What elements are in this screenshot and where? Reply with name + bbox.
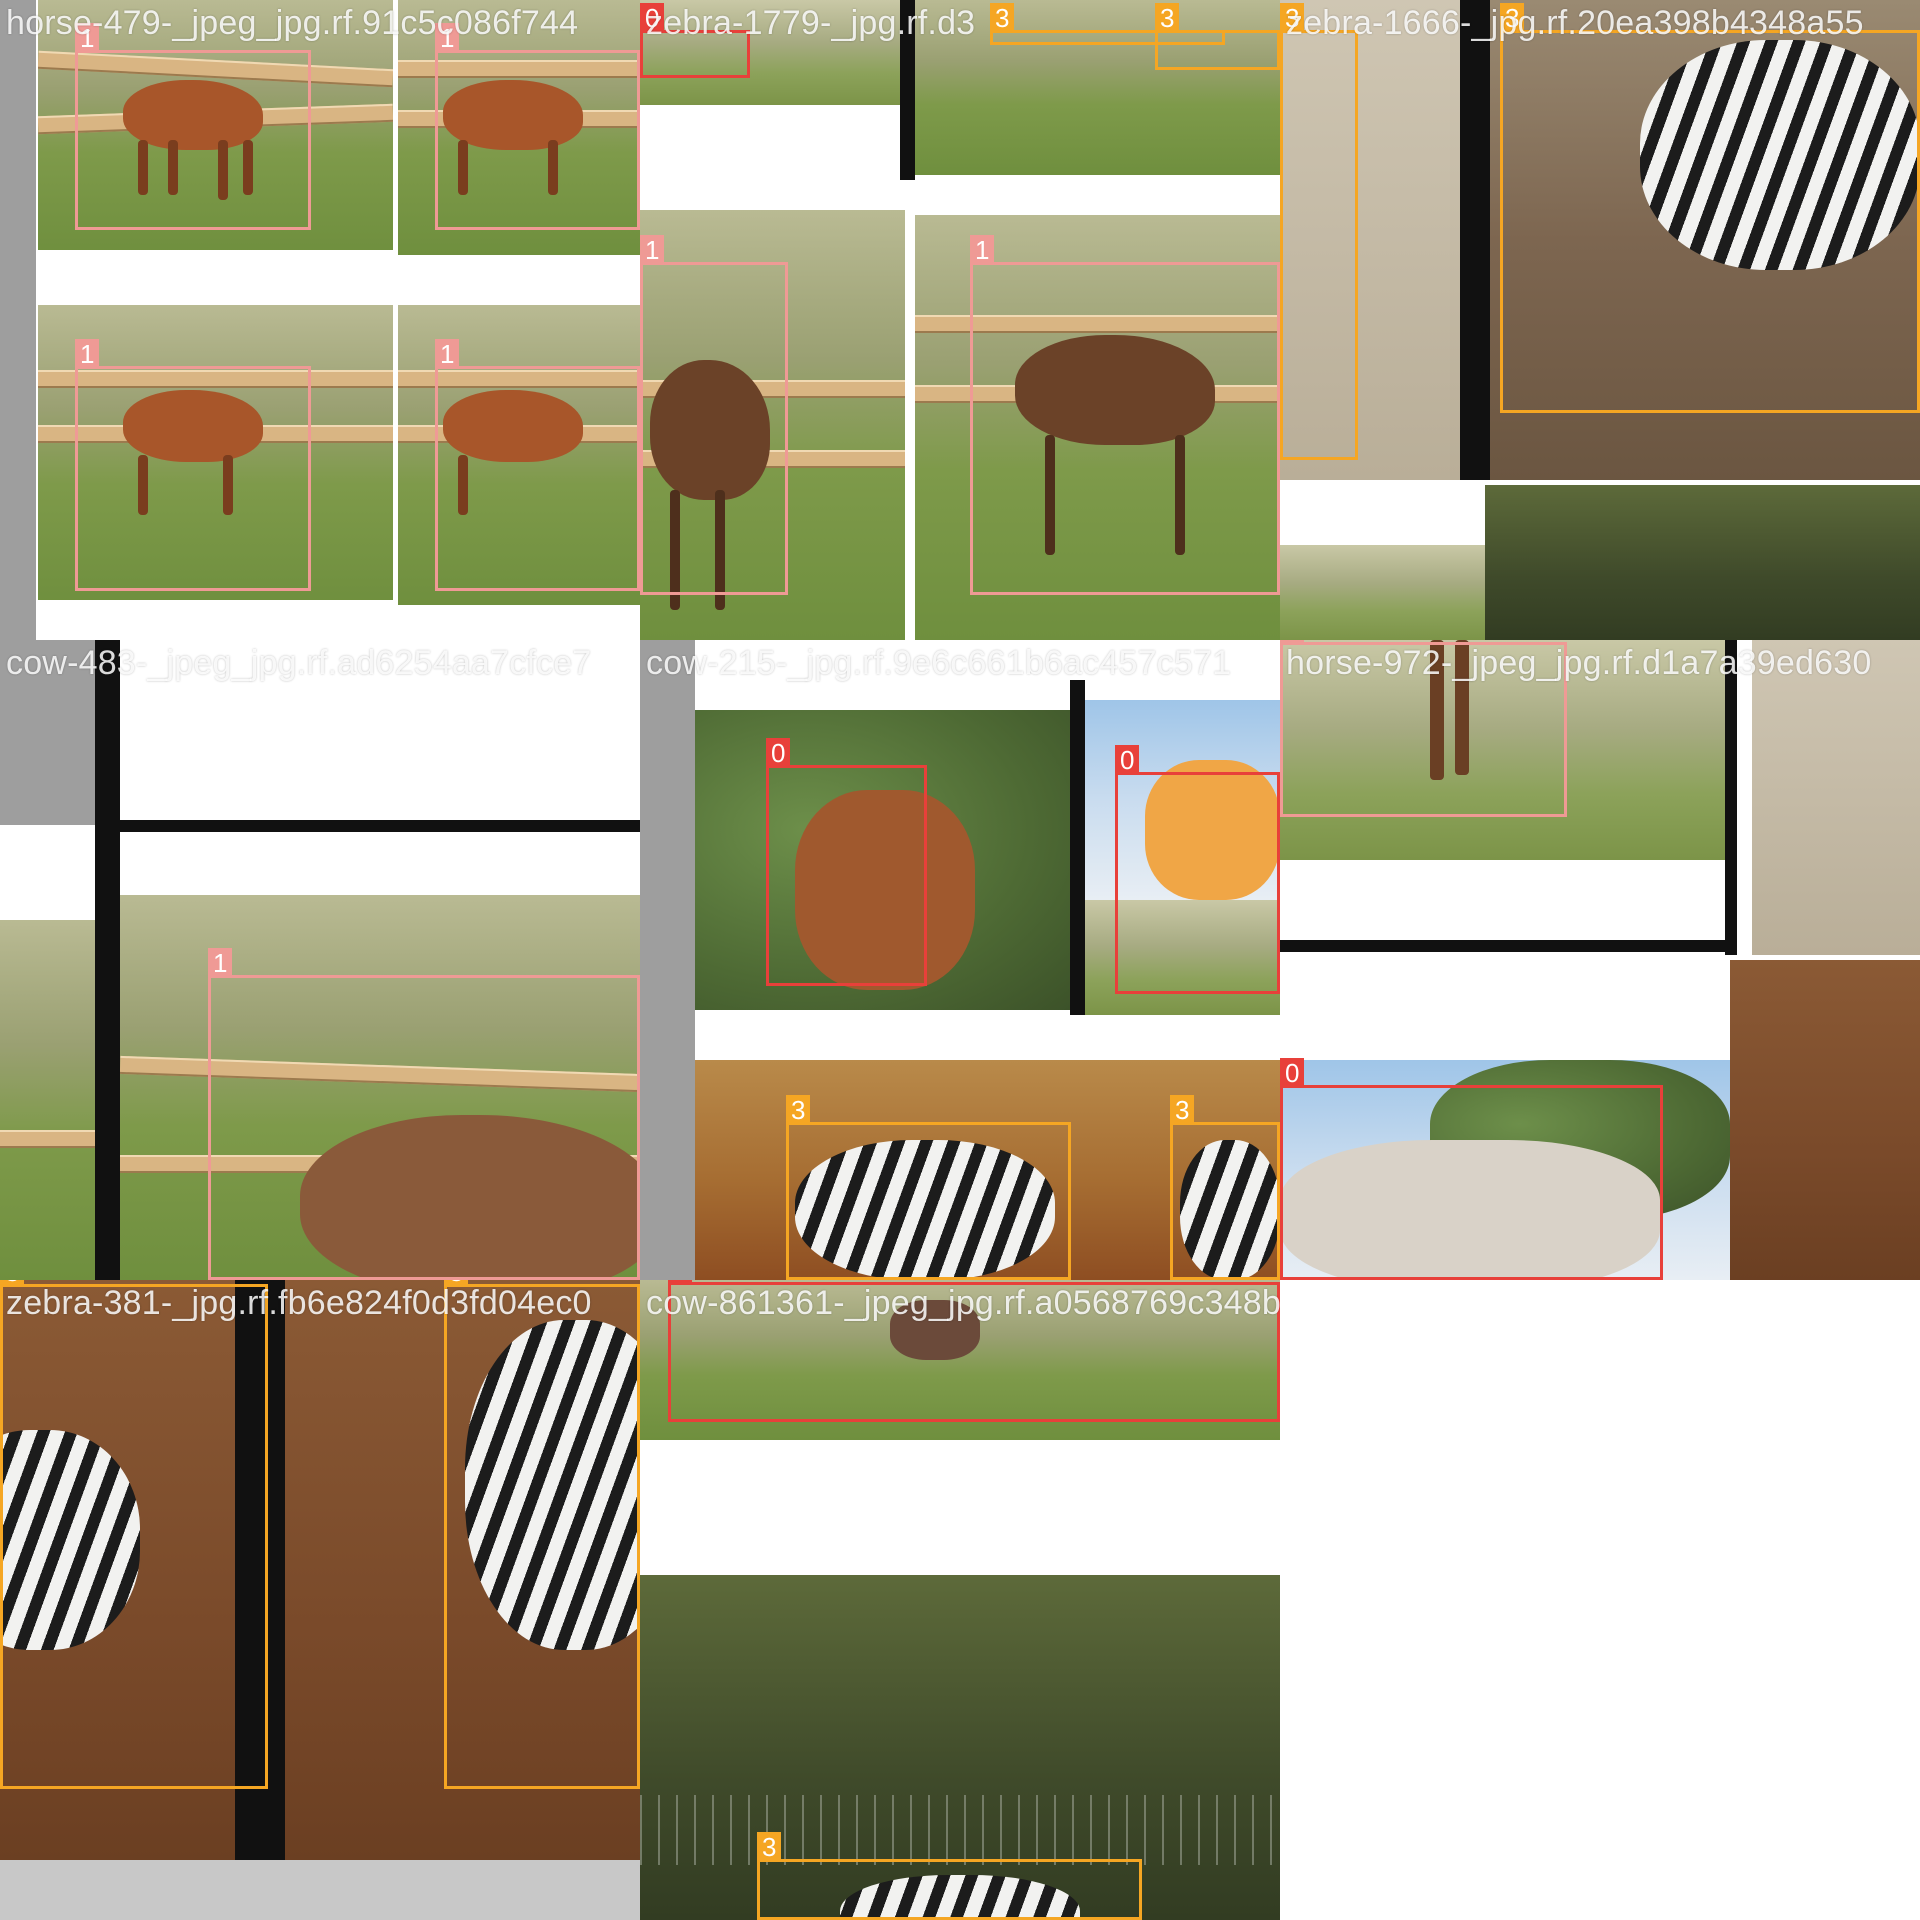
image-filename: cow-483-_jpeg_jpg.rf.ad6254aa7cfce7 <box>6 644 592 682</box>
horse-bbox: 1 <box>435 339 640 591</box>
class-label: 0 <box>766 738 791 768</box>
zebra-bbox: 3 <box>1500 3 1920 413</box>
horse-bbox: 1 <box>435 23 640 230</box>
image-filename: cow-215-_jpg.rf.9e6c661b6ac457c571 <box>646 644 1232 682</box>
cow-bbox: 0 <box>766 738 927 986</box>
image-filename: horse-479-_jpeg_jpg.rf.91c5c086f744 <box>6 4 579 42</box>
zebra-bbox: 3 <box>0 1280 268 1789</box>
horse-bbox: 1 <box>640 235 788 595</box>
zebra-bbox: 3 <box>786 1095 1071 1280</box>
zebra-bbox: 3 <box>1280 3 1358 460</box>
class-label: 3 <box>1170 1095 1195 1125</box>
horse-bbox: 1 <box>970 235 1280 595</box>
cow-bbox: 0 <box>1280 1058 1663 1280</box>
mosaic-tile-1: 1 1 1 1 horse-479-_jpeg_jpg.rf.91c5c086f… <box>0 0 640 640</box>
image-filename: zebra-1779-_jpg.rf.d3 <box>646 4 976 42</box>
mosaic-tile-2: 0 3 3 1 1 zebra-1779-_jpg.rf.d3 <box>640 0 1280 640</box>
mosaic-tile-7: 3 3 zebra-381-_jpg.rf.fb6e824f0d3fd04ec0 <box>0 1280 640 1920</box>
zebra-bbox: 3 <box>757 1832 1142 1920</box>
class-label: 3 <box>990 3 1015 33</box>
image-filename: zebra-381-_jpg.rf.fb6e824f0d3fd04ec0 <box>6 1284 592 1322</box>
padding-strip <box>0 0 36 640</box>
class-label: 3 <box>1155 3 1180 33</box>
class-label: 1 <box>970 235 995 265</box>
class-label: 1 <box>640 235 665 265</box>
mosaic-tile-8: 0 3 cow-861361-_jpeg_jpg.rf.a0568769c348… <box>640 1280 1280 1920</box>
class-label: 0 <box>1115 745 1140 775</box>
mosaic-tile-6: 1 0 horse-972-_jpeg_jpg.rf.d1a7a39ed630 <box>1280 640 1920 1280</box>
horse-bbox: 1 <box>75 339 311 591</box>
image-filename: cow-861361-_jpeg_jpg.rf.a0568769c348b5bb… <box>646 1284 1280 1322</box>
image-filename: zebra-1666-_jpg.rf.20ea398b4348a55 <box>1286 4 1864 42</box>
zebra-bbox: 3 <box>444 1280 640 1789</box>
class-label: 0 <box>1280 1058 1305 1088</box>
image-filename: horse-972-_jpeg_jpg.rf.d1a7a39ed630 <box>1286 644 1872 682</box>
class-label: 1 <box>208 948 233 978</box>
class-label: 1 <box>75 339 100 369</box>
empty-tile <box>1280 1280 1920 1920</box>
zebra-bbox: 3 <box>1170 1095 1280 1280</box>
mosaic-tile-3: 3 3 zebra-1666-_jpg.rf.20ea398b4348a55 <box>1280 0 1920 640</box>
mosaic-tile-5: 0 0 3 3 cow-215-_jpg.rf.9e6c661b6ac457c5… <box>640 640 1280 1280</box>
class-label: 3 <box>786 1095 811 1125</box>
horse-bbox: 1 <box>208 948 640 1280</box>
class-label: 3 <box>757 1832 782 1862</box>
mosaic-tile-4: 1 cow-483-_jpeg_jpg.rf.ad6254aa7cfce7 <box>0 640 640 1280</box>
cow-bbox: 0 <box>1115 745 1280 994</box>
zebra-bbox: 3 <box>1155 3 1280 70</box>
horse-bbox: 1 <box>75 23 311 230</box>
class-label: 1 <box>435 339 460 369</box>
